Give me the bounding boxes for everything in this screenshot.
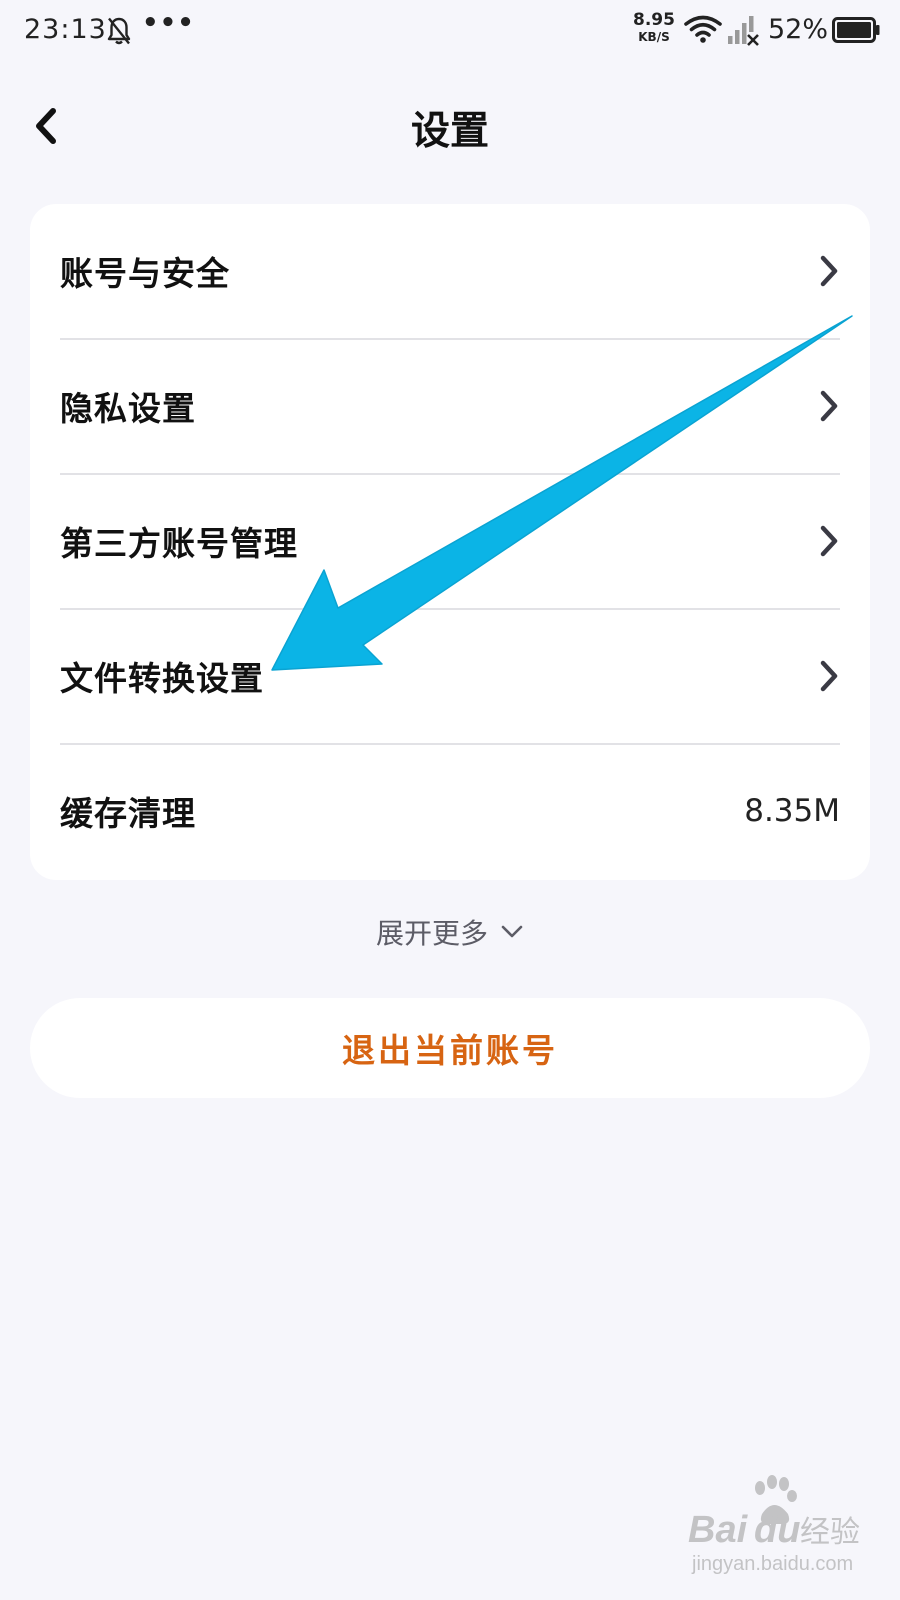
- logout-button[interactable]: 退出当前账号: [30, 998, 870, 1098]
- network-speed-unit: KB/S: [638, 30, 670, 44]
- battery-icon: [832, 17, 880, 43]
- settings-item-third-party-accounts[interactable]: 第三方账号管理: [60, 474, 840, 608]
- chevron-down-icon: [501, 925, 523, 938]
- settings-card: 账号与安全 隐私设置 第三方账号管理 文件转换设置 缓存清理 8.35M: [30, 204, 870, 880]
- battery-percent: 52%: [768, 14, 829, 45]
- svg-text:Bai: Bai: [688, 1509, 749, 1551]
- chevron-right-icon: [820, 525, 838, 557]
- settings-item-label: 隐私设置: [60, 389, 196, 428]
- chevron-right-icon: [820, 660, 838, 692]
- expand-more-button[interactable]: 展开更多: [0, 912, 900, 952]
- logout-label: 退出当前账号: [342, 1031, 558, 1070]
- settings-item-label: 缓存清理: [60, 794, 196, 833]
- settings-item-cache-clear[interactable]: 缓存清理 8.35M: [60, 744, 840, 878]
- settings-item-account-security[interactable]: 账号与安全: [60, 204, 840, 338]
- bell-muted-icon: [107, 17, 131, 45]
- signal-icon: [728, 16, 759, 46]
- network-speed-value: 8.95: [633, 10, 675, 30]
- page-title: 设置: [410, 108, 489, 154]
- more-dots-icon: •••: [142, 8, 195, 38]
- svg-text:经验: 经验: [800, 1515, 860, 1550]
- settings-item-file-conversion[interactable]: 文件转换设置: [60, 609, 840, 743]
- network-speed: 8.95 KB/S: [630, 12, 678, 46]
- svg-text:du: du: [754, 1509, 800, 1551]
- settings-item-label: 文件转换设置: [60, 659, 264, 698]
- svg-text:jingyan.baidu.com: jingyan.baidu.com: [691, 1553, 853, 1575]
- settings-item-label: 账号与安全: [60, 254, 230, 293]
- cache-size-value: 8.35M: [744, 793, 840, 829]
- header: 设置: [0, 76, 900, 176]
- expand-more-label: 展开更多: [375, 917, 488, 950]
- baidu-jingyan-watermark: Bai du 经验 jingyan.baidu.com: [688, 1475, 860, 1575]
- status-time: 23:13: [24, 14, 107, 45]
- chevron-right-icon: [820, 255, 838, 287]
- wifi-icon: [684, 15, 722, 43]
- settings-item-privacy[interactable]: 隐私设置: [60, 339, 840, 473]
- settings-item-label: 第三方账号管理: [60, 524, 298, 563]
- chevron-right-icon: [820, 390, 838, 422]
- status-bar: 23:13 ••• 8.95 KB/S 52%: [0, 0, 900, 64]
